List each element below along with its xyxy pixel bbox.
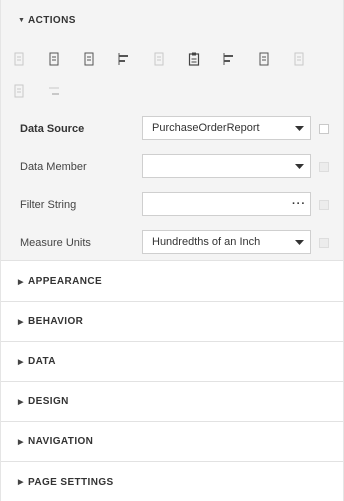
measure-units-dropdown[interactable]: Hundredths of an Inch — [142, 230, 311, 254]
expand-triangle-icon: ▶ — [18, 479, 24, 486]
clipboard-icon[interactable] — [186, 51, 202, 67]
section-navigation-label: NAVIGATION — [28, 436, 94, 447]
expand-triangle-icon: ▶ — [18, 398, 24, 406]
align-rights-icon[interactable] — [221, 51, 237, 67]
data-source-checkbox[interactable] — [319, 124, 329, 134]
section-appearance-header[interactable]: ▶ APPEARANCE — [1, 262, 343, 302]
expand-triangle-icon: ▶ — [18, 358, 24, 366]
properties-panel: ▼ ACTIONS Data Source PurchaseOrderRepor… — [0, 0, 344, 501]
filter-string-checkbox[interactable] — [319, 200, 329, 210]
data-source-label: Data Source — [20, 123, 85, 135]
align-center-icon[interactable] — [46, 51, 62, 67]
measure-units-checkbox[interactable] — [319, 238, 329, 248]
data-member-label: Data Member — [20, 161, 87, 173]
align-left-icon[interactable] — [11, 51, 27, 67]
section-navigation-header[interactable]: ▶ NAVIGATION — [1, 422, 343, 462]
section-actions-header[interactable]: ▼ ACTIONS — [1, 0, 343, 40]
measure-units-value: Hundredths of an Inch — [152, 236, 261, 248]
section-behavior-label: BEHAVIOR — [28, 316, 84, 327]
data-source-dropdown[interactable]: PurchaseOrderReport — [142, 116, 311, 140]
data-member-dropdown[interactable] — [142, 154, 311, 178]
chevron-down-icon — [288, 239, 310, 245]
chevron-down-icon — [288, 125, 310, 131]
align-middle-icon[interactable] — [256, 51, 272, 67]
actions-body: Data Source PurchaseOrderReport Data Mem… — [1, 40, 343, 261]
size-to-grid-icon[interactable] — [11, 83, 27, 99]
align-right-icon[interactable] — [81, 51, 97, 67]
expand-triangle-icon: ▶ — [18, 278, 24, 286]
align-bottom-icon[interactable] — [291, 51, 307, 67]
page-icon[interactable] — [151, 51, 167, 67]
section-data-header[interactable]: ▶ DATA — [1, 342, 343, 382]
section-data-label: DATA — [28, 356, 56, 367]
section-page-settings-label: PAGE SETTINGS — [28, 476, 114, 488]
expand-triangle-icon: ▶ — [18, 318, 24, 326]
ellipsis-button[interactable]: ··· — [288, 198, 310, 210]
filter-string-label: Filter String — [20, 199, 77, 211]
section-behavior-header[interactable]: ▶ BEHAVIOR — [1, 302, 343, 342]
section-actions-label: ACTIONS — [28, 14, 76, 26]
expand-triangle-icon: ▶ — [18, 438, 24, 446]
align-lefts-icon[interactable] — [116, 51, 132, 67]
section-design-label: DESIGN — [28, 396, 69, 407]
filter-string-field[interactable]: ··· — [142, 192, 311, 216]
section-design-header[interactable]: ▶ DESIGN — [1, 382, 343, 422]
section-appearance-label: APPEARANCE — [28, 276, 103, 287]
section-page-settings-header[interactable]: ▶ PAGE SETTINGS — [1, 462, 343, 501]
data-member-checkbox[interactable] — [319, 162, 329, 172]
data-source-value: PurchaseOrderReport — [152, 122, 260, 134]
align-tops-icon[interactable] — [46, 83, 62, 99]
measure-units-label: Measure Units — [20, 237, 91, 249]
chevron-down-icon — [288, 163, 310, 169]
collapse-triangle-icon: ▼ — [18, 16, 26, 24]
